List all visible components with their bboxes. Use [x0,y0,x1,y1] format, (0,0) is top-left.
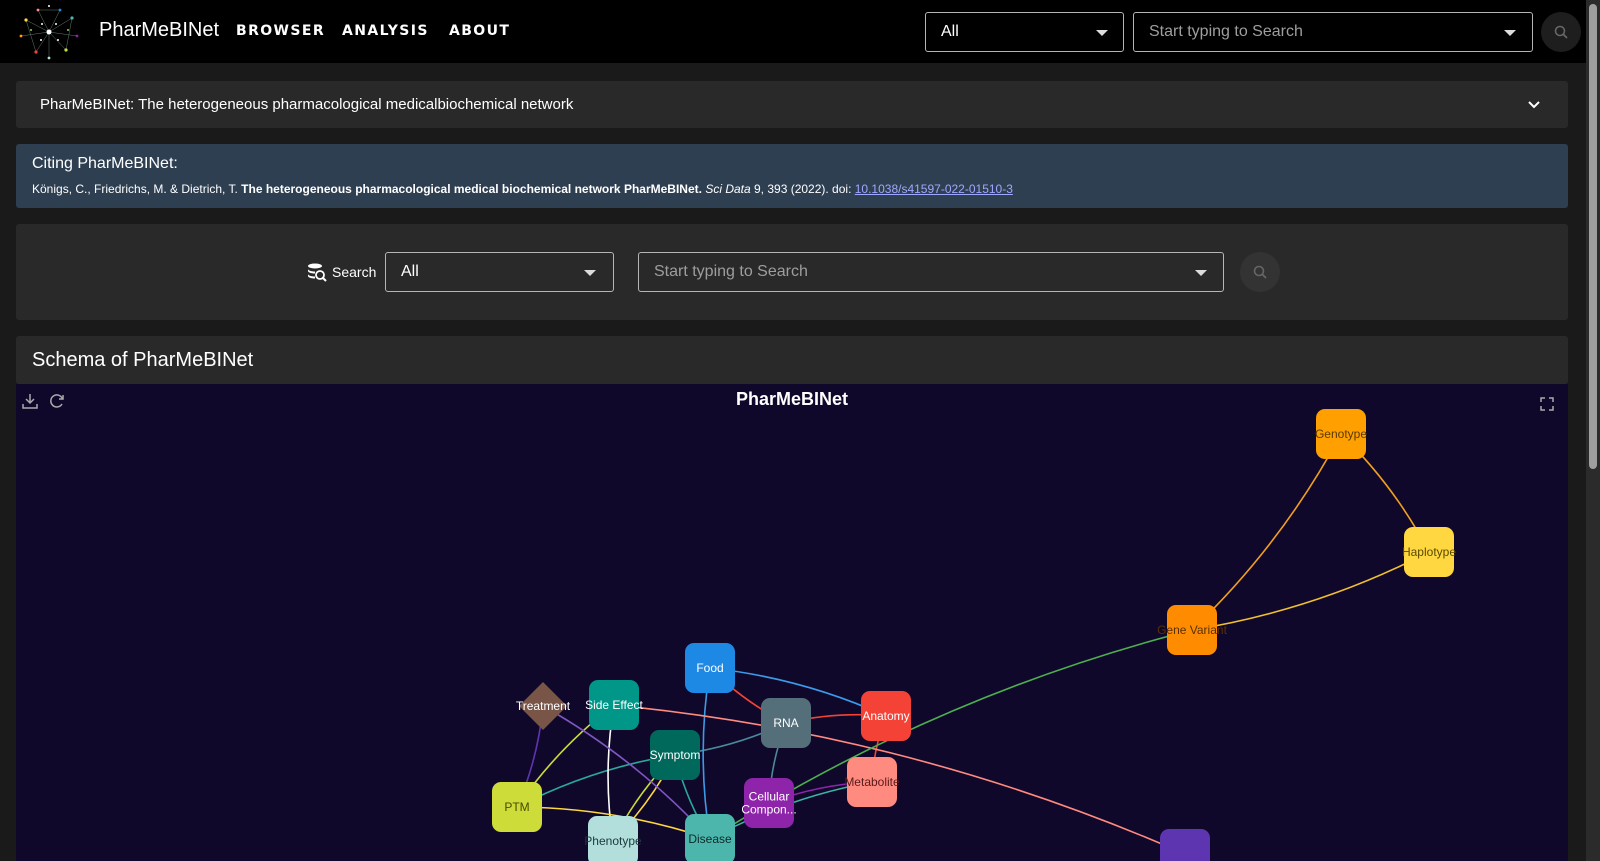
doi-link[interactable]: 10.1038/s41597-022-01510-3 [855,182,1013,196]
graph-node[interactable]: Treatment [516,682,571,730]
graph-node[interactable]: Metabolite [844,757,900,807]
graph-node[interactable]: PTM [492,782,542,832]
graph-node[interactable]: Food [685,643,735,693]
nav-about[interactable]: ABOUT [449,23,510,39]
chevron-down-icon [1504,30,1516,36]
search-placeholder: Start typing to Search [654,263,808,280]
graph-node-label: Cellular [749,790,790,804]
graph-edge [1191,433,1342,631]
citation-paper-title: The heterogeneous pharmacological medica… [241,182,702,196]
graph-node[interactable]: CellularCompon... [741,778,797,828]
graph-node-label: Metabolite [844,775,900,789]
search-button[interactable] [1240,252,1280,292]
top-navbar: PharMeBINet BROWSER ANALYSIS ABOUT All S… [0,0,1600,63]
category-value: All [401,263,419,280]
graph-node[interactable]: Phenotype [584,816,642,861]
citation-journal: Sci Data [705,182,751,196]
graph-node[interactable]: Disease [685,814,735,861]
graph-node[interactable]: Anatomy [861,691,911,741]
network-logo-icon[interactable] [16,0,82,63]
intro-accordion[interactable]: PharMeBINet: The heterogeneous pharmacol… [16,81,1568,128]
graph-node-label: Phenotype [584,834,642,848]
search-label: Search [332,264,377,280]
graph-node[interactable]: RNA [761,698,811,748]
graph-node-label: RNA [773,716,798,730]
graph-node[interactable]: Haplotype [1402,527,1456,577]
graph-node-label: Disease [688,832,732,846]
graph-edge [702,667,714,840]
chevron-down-icon [1096,30,1108,36]
graph-node-label: Genotype [1315,427,1367,441]
citation-alert: Citing PharMeBINet: Königs, C., Friedric… [16,144,1568,208]
graph-node[interactable]: Genotype [1315,409,1367,459]
search-icon [1554,25,1568,39]
graph-node-label: PTM [504,800,529,814]
chevron-down-icon [584,270,596,276]
nav-analysis[interactable]: ANALYSIS [342,23,429,39]
category-select[interactable]: All [385,252,614,292]
database-search-icon [308,263,327,282]
schema-heading: Schema of PharMeBINet [32,349,254,371]
graph-node[interactable] [1160,829,1210,861]
graph-node-label: Haplotype [1402,545,1456,559]
graph-node-label: Gene Variant [1157,623,1227,637]
nav-browser[interactable]: BROWSER [236,23,325,39]
graph-edge [1191,551,1430,634]
chevron-down-icon[interactable] [1524,94,1544,114]
citation-authors: Königs, C., Friedrichs, M. & Dietrich, T… [32,182,242,196]
graph-node-label: Treatment [516,699,571,713]
graph-node-label: Side Effect [585,698,643,712]
top-search-input[interactable]: Start typing to Search [1133,12,1533,52]
graph-node-label: Compon... [741,803,796,817]
citation-text: Königs, C., Friedrichs, M. & Dietrich, T… [32,182,1013,196]
scrollbar-thumb[interactable] [1589,4,1597,469]
top-category-value: All [941,23,959,40]
citation-heading: Citing PharMeBINet: [32,155,178,172]
graph-node-label: Food [696,661,723,675]
chevron-down-icon [1195,270,1207,276]
graph-node[interactable]: Gene Variant [1157,605,1228,655]
schema-panel-header: Schema of PharMeBINet [16,336,1568,384]
accordion-title: PharMeBINet: The heterogeneous pharmacol… [40,96,574,113]
search-icon [1253,265,1267,279]
schema-graph[interactable]: PharMeBINet Genotype Haplotype Gene Varian… [16,384,1568,861]
top-search-button[interactable] [1541,12,1581,52]
network-graph: Genotype Haplotype Gene Variant Food Treatme… [492,409,1456,861]
search-input[interactable]: Start typing to Search [638,252,1224,292]
graph-node[interactable]: Symptom [650,730,701,780]
graph-node-label: Symptom [650,748,701,762]
search-panel: Search All Start typing to Search [16,224,1568,320]
graph-node[interactable]: Side Effect [585,680,644,730]
graph-node-label: Anatomy [862,709,909,723]
graph-node-shape[interactable] [1160,829,1210,861]
citation-details: 9, 393 (2022). doi: [750,182,855,196]
top-category-select[interactable]: All [925,12,1124,52]
top-search-placeholder: Start typing to Search [1149,23,1303,40]
brand-name[interactable]: PharMeBINet [99,19,219,42]
